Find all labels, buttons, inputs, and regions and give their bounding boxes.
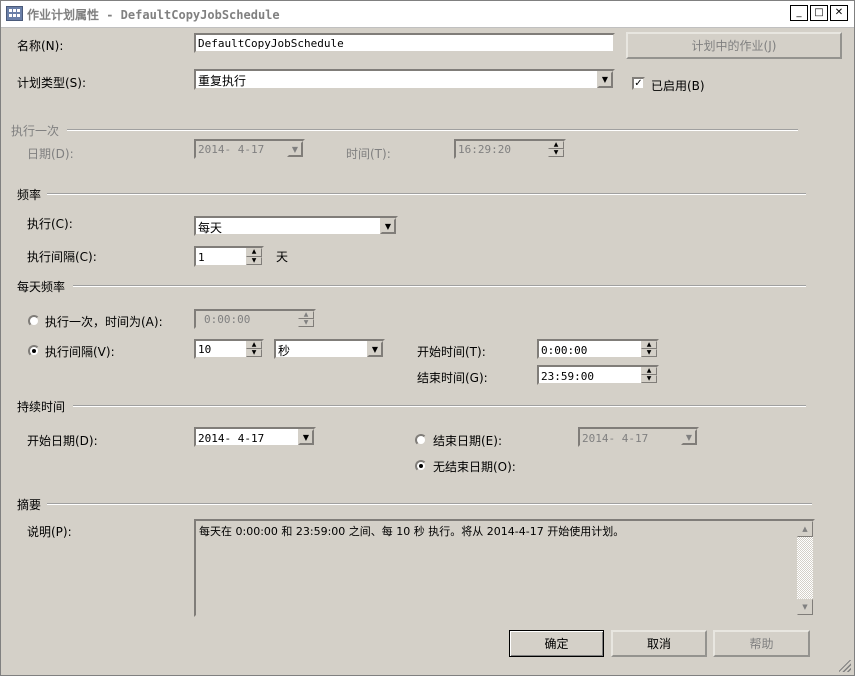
start-time-spinner[interactable]: 0:00:00 ▲ ▼: [537, 339, 659, 359]
spin-down-icon[interactable]: ▼: [246, 256, 262, 265]
title-bar: 作业计划属性 - DefaultCopyJobSchedule _ □ ✕: [1, 1, 854, 28]
end-time-value: 23:59:00: [541, 370, 594, 383]
group-divider: [73, 285, 806, 287]
close-button[interactable]: ✕: [830, 5, 848, 21]
description-text: 每天在 0:00:00 和 23:59:00 之间、每 10 秒 执行。将从 2…: [199, 525, 625, 538]
occurs-every-unit-select[interactable]: 秒 ▼: [274, 339, 385, 359]
chevron-down-icon[interactable]: ▼: [380, 218, 396, 234]
minimize-button[interactable]: _: [790, 5, 808, 21]
occurs-once-time-spinner[interactable]: 0:00:00 ▲ ▼: [194, 309, 316, 329]
occurs-once-radio[interactable]: [28, 315, 40, 327]
one-time-time-spinner[interactable]: 16:29:20 ▲ ▼: [454, 139, 566, 159]
no-end-date-radio[interactable]: [415, 460, 427, 472]
occurs-once-label: 执行一次，时间为(A):: [45, 315, 163, 329]
end-date-picker[interactable]: 2014- 4-17 ▼: [578, 427, 699, 447]
occurs-every-label: 执行间隔(V):: [45, 345, 115, 359]
end-time-label: 结束时间(G):: [417, 371, 488, 385]
occurs-every-unit-value: 秒: [278, 344, 291, 358]
start-time-label: 开始时间(T):: [417, 345, 486, 359]
spin-down-icon[interactable]: ▼: [641, 375, 657, 383]
one-time-time-value: 16:29:20: [458, 143, 511, 156]
recurs-every-label: 执行间隔(C):: [27, 250, 97, 264]
occurs-every-radio[interactable]: [28, 345, 40, 357]
group-divider: [47, 193, 806, 195]
start-date-picker[interactable]: 2014- 4-17 ▼: [194, 427, 316, 447]
recurs-every-spinner[interactable]: 1 ▲ ▼: [194, 246, 264, 267]
daily-frequency-group-title: 每天频率: [17, 280, 66, 294]
occurs-label: 执行(C):: [27, 217, 73, 231]
one-time-date-value: 2014- 4-17: [198, 143, 265, 156]
start-time-value: 0:00:00: [541, 344, 588, 357]
name-value: DefaultCopyJobSchedule: [198, 37, 344, 50]
occurs-once-time-value: 0:00:00: [204, 313, 251, 326]
spin-up-icon[interactable]: ▲: [548, 141, 564, 149]
spin-up-icon[interactable]: ▲: [246, 248, 262, 257]
end-time-spinner[interactable]: 23:59:00 ▲ ▼: [537, 365, 659, 385]
end-date-label: 结束日期(E):: [433, 434, 502, 448]
spin-down-icon[interactable]: ▼: [246, 349, 262, 357]
one-time-group-title: 执行一次: [11, 124, 60, 138]
maximize-button[interactable]: □: [810, 5, 828, 21]
description-textarea[interactable]: 每天在 0:00:00 和 23:59:00 之间、每 10 秒 执行。将从 2…: [194, 519, 815, 617]
spin-down-icon[interactable]: ▼: [548, 149, 564, 157]
occurs-every-value: 10: [198, 343, 212, 356]
no-end-date-label: 无结束日期(O):: [433, 460, 516, 474]
group-divider: [73, 405, 806, 407]
chevron-down-icon[interactable]: ▼: [287, 141, 303, 157]
schedule-type-select[interactable]: 重复执行 ▼: [194, 69, 615, 90]
recurs-every-value: 1: [198, 251, 205, 264]
schedule-properties-dialog: 作业计划属性 - DefaultCopyJobSchedule _ □ ✕ 名称…: [0, 0, 855, 676]
spin-up-icon[interactable]: ▲: [246, 341, 262, 349]
schedule-type-label: 计划类型(S):: [17, 76, 87, 90]
summary-group-title: 摘要: [17, 498, 42, 512]
description-label: 说明(P):: [27, 525, 72, 539]
schedule-type-value: 重复执行: [198, 74, 247, 88]
frequency-group-title: 频率: [17, 188, 42, 202]
one-time-date-label: 日期(D):: [27, 147, 74, 161]
chevron-down-icon[interactable]: ▼: [367, 341, 383, 357]
help-button[interactable]: 帮助: [713, 630, 810, 657]
one-time-date-picker[interactable]: 2014- 4-17 ▼: [194, 139, 305, 159]
chevron-down-icon[interactable]: ▼: [681, 429, 697, 445]
chevron-down-icon[interactable]: ▼: [597, 71, 613, 88]
spin-down-icon[interactable]: ▼: [298, 319, 314, 327]
resize-grip-icon[interactable]: [839, 660, 851, 672]
group-divider: [47, 503, 812, 505]
group-divider: [67, 129, 798, 131]
window-title: 作业计划属性 - DefaultCopyJobSchedule: [27, 8, 280, 22]
spin-up-icon[interactable]: ▲: [641, 341, 657, 349]
scroll-up-icon[interactable]: ▲: [797, 521, 813, 537]
end-date-radio[interactable]: [415, 434, 427, 446]
name-label: 名称(N):: [17, 39, 64, 53]
occurs-value: 每天: [198, 221, 223, 235]
ok-button[interactable]: 确定: [509, 630, 604, 657]
scroll-down-icon[interactable]: ▼: [797, 599, 813, 615]
chevron-down-icon[interactable]: ▼: [298, 429, 314, 445]
name-input[interactable]: DefaultCopyJobSchedule: [194, 33, 615, 53]
jobs-in-schedule-button[interactable]: 计划中的作业(J): [626, 32, 842, 59]
duration-group-title: 持续时间: [17, 400, 66, 414]
one-time-time-label: 时间(T):: [346, 147, 391, 161]
occurs-select[interactable]: 每天 ▼: [194, 216, 398, 236]
start-date-value: 2014- 4-17: [198, 432, 265, 445]
enabled-label: 已启用(B): [651, 79, 705, 93]
occurs-every-spinner[interactable]: 10 ▲ ▼: [194, 339, 264, 359]
start-date-label: 开始日期(D):: [27, 434, 98, 448]
spin-up-icon[interactable]: ▲: [641, 367, 657, 375]
enabled-checkbox[interactable]: ✓: [632, 77, 645, 90]
recurs-unit-label: 天: [276, 250, 289, 264]
description-scrollbar[interactable]: ▲ ▼: [797, 521, 813, 615]
spin-up-icon[interactable]: ▲: [298, 311, 314, 319]
cancel-button[interactable]: 取消: [611, 630, 707, 657]
table-icon: [6, 6, 23, 21]
end-date-value: 2014- 4-17: [582, 432, 649, 445]
spin-down-icon[interactable]: ▼: [641, 349, 657, 357]
